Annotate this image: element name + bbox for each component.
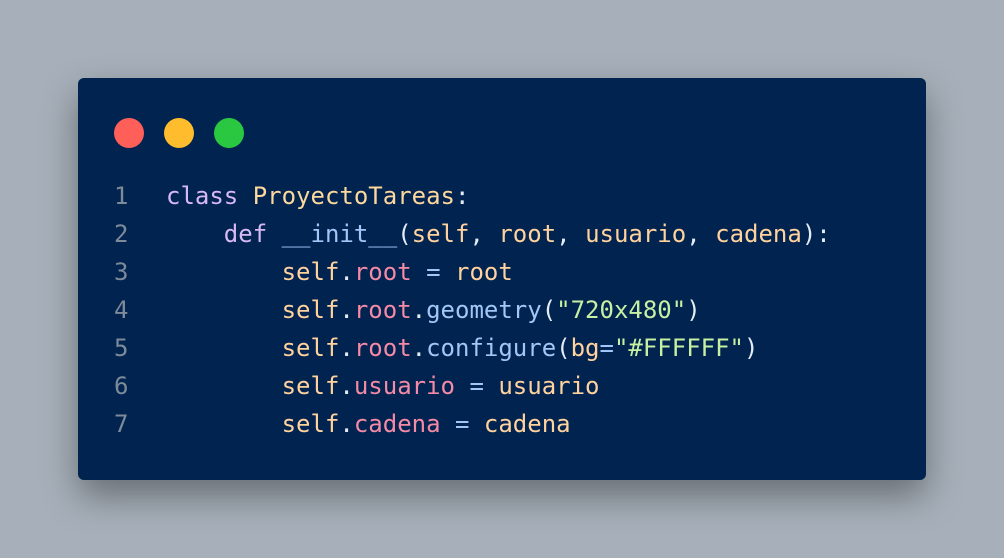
- code-token-self: self: [281, 334, 340, 362]
- code-token-string: "720x480": [556, 296, 687, 324]
- line-source: def __init__(self, root, usuario, cadena…: [166, 215, 831, 253]
- code-token-punct: ,: [469, 220, 499, 248]
- code-token-punct: .: [339, 296, 354, 324]
- code-token-punct: .: [411, 334, 427, 362]
- line-source: self.usuario = usuario: [166, 367, 600, 405]
- code-token-param: cadena: [715, 220, 802, 248]
- code-token-param: usuario: [585, 220, 687, 248]
- code-token-attribute: root: [353, 334, 412, 362]
- code-token-punct: [166, 220, 224, 248]
- code-token-operator: =: [440, 410, 484, 438]
- code-token-self: self: [281, 372, 340, 400]
- line-number: 5: [114, 334, 129, 362]
- code-token-method: geometry: [426, 296, 542, 324]
- code-token-plain: usuario: [498, 372, 600, 400]
- line-number: 2: [114, 220, 129, 248]
- code-token-attribute: root: [353, 296, 412, 324]
- code-token-string: "#FFFFFF": [613, 334, 744, 362]
- code-token-punct: (: [541, 296, 557, 324]
- code-token-punct: .: [339, 334, 354, 362]
- line-source: self.cadena = cadena: [166, 405, 571, 443]
- line-number: 7: [114, 410, 129, 438]
- code-line: 2 def __init__(self, root, usuario, cade…: [78, 215, 926, 253]
- line-number: 4: [114, 296, 129, 324]
- code-token-keyword: class: [166, 182, 239, 210]
- code-line: 4 self.root.geometry("720x480"): [78, 291, 926, 329]
- code-token-operator: =: [599, 334, 614, 362]
- line-number: 6: [114, 372, 129, 400]
- code-token-punct: .: [411, 296, 427, 324]
- code-token-keyword: def: [223, 220, 268, 248]
- code-token-param: root: [498, 220, 557, 248]
- code-token-punct: [166, 258, 282, 286]
- code-token-operator: =: [455, 372, 499, 400]
- code-token-punct: .: [339, 410, 354, 438]
- code-token-punct: [166, 334, 282, 362]
- code-token-punct: .: [339, 372, 354, 400]
- code-token-punct: [267, 220, 281, 248]
- maximize-dot[interactable]: [214, 118, 244, 148]
- code-line: 7 self.cadena = cadena: [78, 405, 926, 443]
- code-token-method: configure: [426, 334, 557, 362]
- line-number: 3: [114, 258, 129, 286]
- code-line: 3 self.root = root: [78, 253, 926, 291]
- code-token-plain: root: [455, 258, 513, 286]
- line-number: 1: [114, 182, 129, 210]
- code-token-punct: [166, 296, 282, 324]
- code-token-param: bg: [570, 334, 600, 362]
- line-source: self.root = root: [166, 253, 513, 291]
- screenshot-background: { "window": { "background": "#012350", "…: [0, 0, 1004, 558]
- code-token-punct: [166, 410, 282, 438]
- code-window: 1 class ProyectoTareas: 2 def __init__(sel…: [78, 78, 926, 480]
- line-source: class ProyectoTareas:: [166, 177, 469, 215]
- code-token-plain: cadena: [483, 410, 571, 438]
- code-token-punct: ): [686, 296, 701, 324]
- line-source: self.root.configure(bg="#FFFFFF"): [166, 329, 759, 367]
- code-line: 6 self.usuario = usuario: [78, 367, 926, 405]
- code-token-punct: [238, 182, 252, 210]
- code-token-self: self: [281, 410, 340, 438]
- code-token-self: self: [281, 258, 340, 286]
- code-token-self: self: [411, 220, 470, 248]
- code-token-punct: ): [744, 334, 759, 362]
- close-dot[interactable]: [114, 118, 144, 148]
- code-line: 5 self.root.configure(bg="#FFFFFF"): [78, 329, 926, 367]
- code-token-punct: (: [556, 334, 571, 362]
- code-token-function: __init__: [281, 220, 398, 248]
- code-token-punct: ,: [686, 220, 716, 248]
- code-token-punct: :: [455, 182, 470, 210]
- code-token-punct: (: [397, 220, 412, 248]
- code-token-punct: [166, 372, 282, 400]
- minimize-dot[interactable]: [164, 118, 194, 148]
- code-token-self: self: [281, 296, 340, 324]
- code-token-attribute: usuario: [353, 372, 455, 400]
- code-token-attribute: cadena: [353, 410, 441, 438]
- code-token-punct: ):: [801, 220, 831, 248]
- code-token-punct: .: [339, 258, 354, 286]
- code-line: 1 class ProyectoTareas:: [78, 177, 926, 215]
- code-token-operator: =: [411, 258, 455, 286]
- code-token-class-name: ProyectoTareas: [252, 182, 455, 210]
- code-token-attribute: root: [353, 258, 412, 286]
- code-block: 1 class ProyectoTareas: 2 def __init__(sel…: [78, 177, 926, 443]
- line-source: self.root.geometry("720x480"): [166, 291, 701, 329]
- code-token-punct: ,: [556, 220, 586, 248]
